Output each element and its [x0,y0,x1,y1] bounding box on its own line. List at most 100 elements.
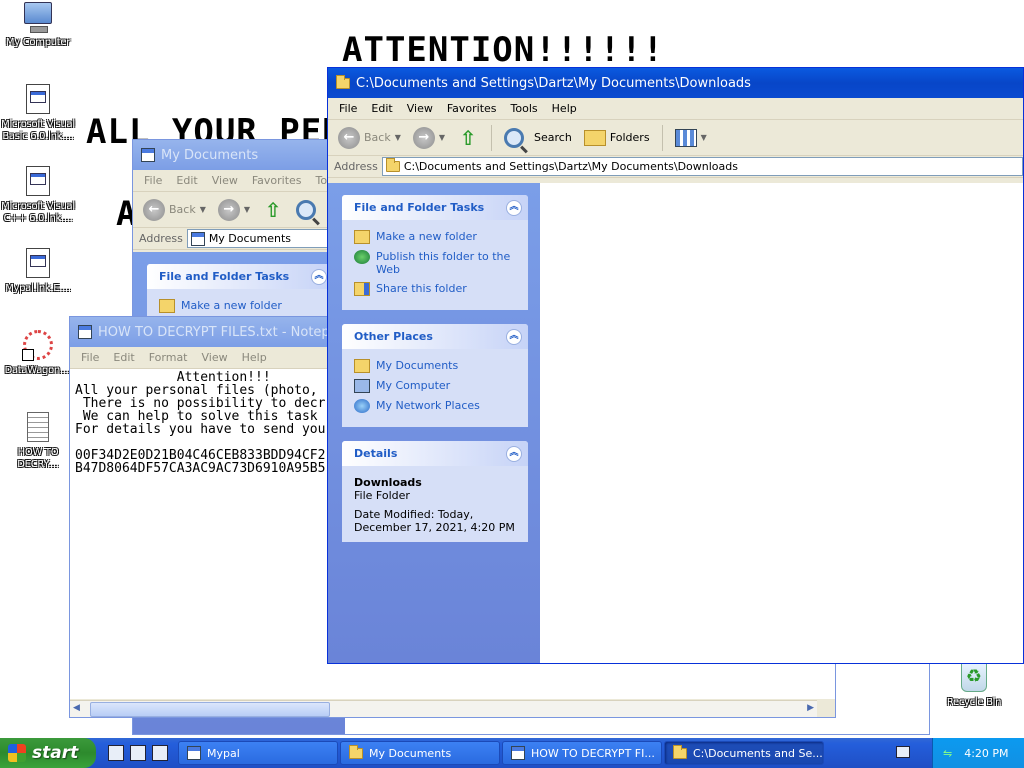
panel-body: Make a new folder Publish this folder to… [342,220,528,310]
taskbar-button-label: Mypal [207,746,240,760]
menu-edit[interactable]: Edit [364,102,399,115]
menu-favorites[interactable]: Favorites [245,174,309,187]
views-button[interactable]: ▼ [671,127,711,149]
menu-view[interactable]: View [195,351,235,364]
clock[interactable]: 4:20 PM [964,747,1008,760]
window-title: My Documents [161,147,259,163]
desktop-icon-recycle-bin[interactable]: ♻ Recycle Bin [936,662,1012,709]
collapse-chevron-icon[interactable]: ︽ [506,199,522,216]
place-label: My Network Places [376,399,480,412]
internet-explorer-icon[interactable] [108,745,124,761]
menu-tools[interactable]: Tools [504,102,545,115]
menu-file[interactable]: File [74,351,106,364]
address-value: My Documents [208,232,292,245]
folder-icon [354,359,370,373]
title-bar[interactable]: C:\Documents and Settings\Dartz\My Docum… [328,68,1023,98]
desktop-icon-label: DataWagon.... [4,365,72,376]
collapse-chevron-icon[interactable]: ︽ [506,445,522,462]
menu-edit[interactable]: Edit [169,174,204,187]
desktop-icon-label: Mypal.lnk.E.... [5,283,71,294]
folder-up-icon: ⇧ [459,125,477,150]
desktop-icon-mypal[interactable]: Mypal.lnk.E.... [0,248,76,295]
task-publish-folder[interactable]: Publish this folder to the Web [354,250,518,276]
start-button[interactable]: start [0,738,96,768]
forward-button[interactable]: → ▼ [214,197,254,223]
panel-title: Details [354,447,398,460]
search-button[interactable] [292,198,320,222]
details-panel: Details ︽ Downloads File Folder Date Mod… [342,441,528,542]
shortcut-icon [22,84,54,116]
place-my-network-places[interactable]: My Network Places [354,399,518,413]
menu-favorites[interactable]: Favorites [440,102,504,115]
task-label: Publish this folder to the Web [376,250,511,276]
quick-launch-app-icon[interactable] [130,745,146,761]
taskbar-button-notepad[interactable]: HOW TO DECRYPT FI... [502,741,662,765]
menu-view[interactable]: View [400,102,440,115]
menu-help[interactable]: Help [545,102,584,115]
panel-header[interactable]: Other Places ︽ [342,324,528,349]
task-label: Make a new folder [376,230,477,243]
menu-file[interactable]: File [332,102,364,115]
menu-format[interactable]: Format [142,351,195,364]
scroll-left-icon[interactable]: ◀ [73,703,80,713]
menu-edit[interactable]: Edit [106,351,141,364]
views-icon [674,128,697,147]
folder-icon [385,158,400,172]
panel-header[interactable]: File and Folder Tasks ︽ [342,195,528,220]
desktop-icon-my-computer[interactable]: My Computer [0,2,76,49]
panel-title: File and Folder Tasks [159,270,290,283]
scrollbar-thumb[interactable] [90,702,330,717]
collapse-chevron-icon[interactable]: ︽ [506,328,522,345]
downloads-window[interactable]: C:\Documents and Settings\Dartz\My Docum… [327,67,1024,664]
desktop-icon-label: Microsoft Visual Basic 6.0.lnk.... [1,119,75,142]
taskbar-button-my-documents[interactable]: My Documents [340,741,500,765]
scroll-right-icon[interactable]: ▶ [807,703,814,713]
panel-title: Other Places [354,330,433,343]
up-button[interactable]: ⇧ [258,197,288,223]
mypal-icon [187,746,201,760]
horizontal-scrollbar[interactable]: ◀ ▶ [70,700,817,717]
menu-help[interactable]: Help [235,351,274,364]
forward-arrow-icon: → [217,198,240,221]
task-make-new-folder[interactable]: Make a new folder [354,230,518,244]
keyboard-icon[interactable] [896,746,910,758]
task-make-new-folder[interactable]: Make a new folder [159,299,323,313]
search-button[interactable]: Search [500,126,576,150]
folders-button[interactable]: Folders [580,128,654,148]
forward-button[interactable]: → ▼ [409,125,449,151]
panel-body: My Documents My Computer My Network Plac… [342,349,528,427]
shortcut-icon [22,166,54,198]
back-button[interactable]: ← Back ▼ [139,197,210,223]
taskbar-button-mypal[interactable]: Mypal [178,741,338,765]
new-folder-icon [354,230,370,244]
address-input[interactable]: C:\Documents and Settings\Dartz\My Docum… [381,157,1023,176]
notepad-icon [78,325,92,339]
dropdown-arrow-icon: ▼ [700,133,707,142]
desktop-icon-vc6[interactable]: Microsoft Visual C++ 6.0.lnk.... [0,166,76,225]
back-arrow-icon: ← [143,198,165,221]
desktop-icon-vb6[interactable]: Microsoft Visual Basic 6.0.lnk.... [0,84,76,143]
network-tray-icon[interactable]: ⇋ [943,747,952,760]
back-button[interactable]: ← Back ▼ [334,125,405,151]
panel-header[interactable]: Details ︽ [342,441,528,466]
menu-file[interactable]: File [137,174,169,187]
dropdown-arrow-icon: ▼ [199,205,206,214]
panel-title: File and Folder Tasks [354,201,485,214]
taskbar-button-downloads[interactable]: C:\Documents and Se... [664,741,824,765]
place-my-documents[interactable]: My Documents [354,359,518,373]
desktop-icon-how-to-decrypt[interactable]: HOW TO DECRY.... [0,412,76,471]
up-button[interactable]: ⇧ [453,125,483,151]
dropdown-arrow-icon: ▼ [243,205,251,214]
menu-view[interactable]: View [205,174,245,187]
desktop-icon-label: Recycle Bin [946,697,1002,708]
panel-header[interactable]: File and Folder Tasks ︽ [147,264,333,289]
task-pane: File and Folder Tasks ︽ Make a new folde… [328,183,540,663]
place-my-computer[interactable]: My Computer [354,379,518,393]
quick-launch-app-icon[interactable] [152,745,168,761]
desktop-icon-datawagon[interactable]: DataWagon.... [0,330,76,377]
menu-bar: File Edit View Favorites Tools Help [328,98,1023,120]
collapse-chevron-icon[interactable]: ︽ [311,268,327,285]
file-folder-tasks-panel: File and Folder Tasks ︽ Make a new folde… [342,195,528,310]
task-share-folder[interactable]: Share this folder [354,282,518,296]
desktop-icon-label: HOW TO DECRY.... [17,447,59,470]
